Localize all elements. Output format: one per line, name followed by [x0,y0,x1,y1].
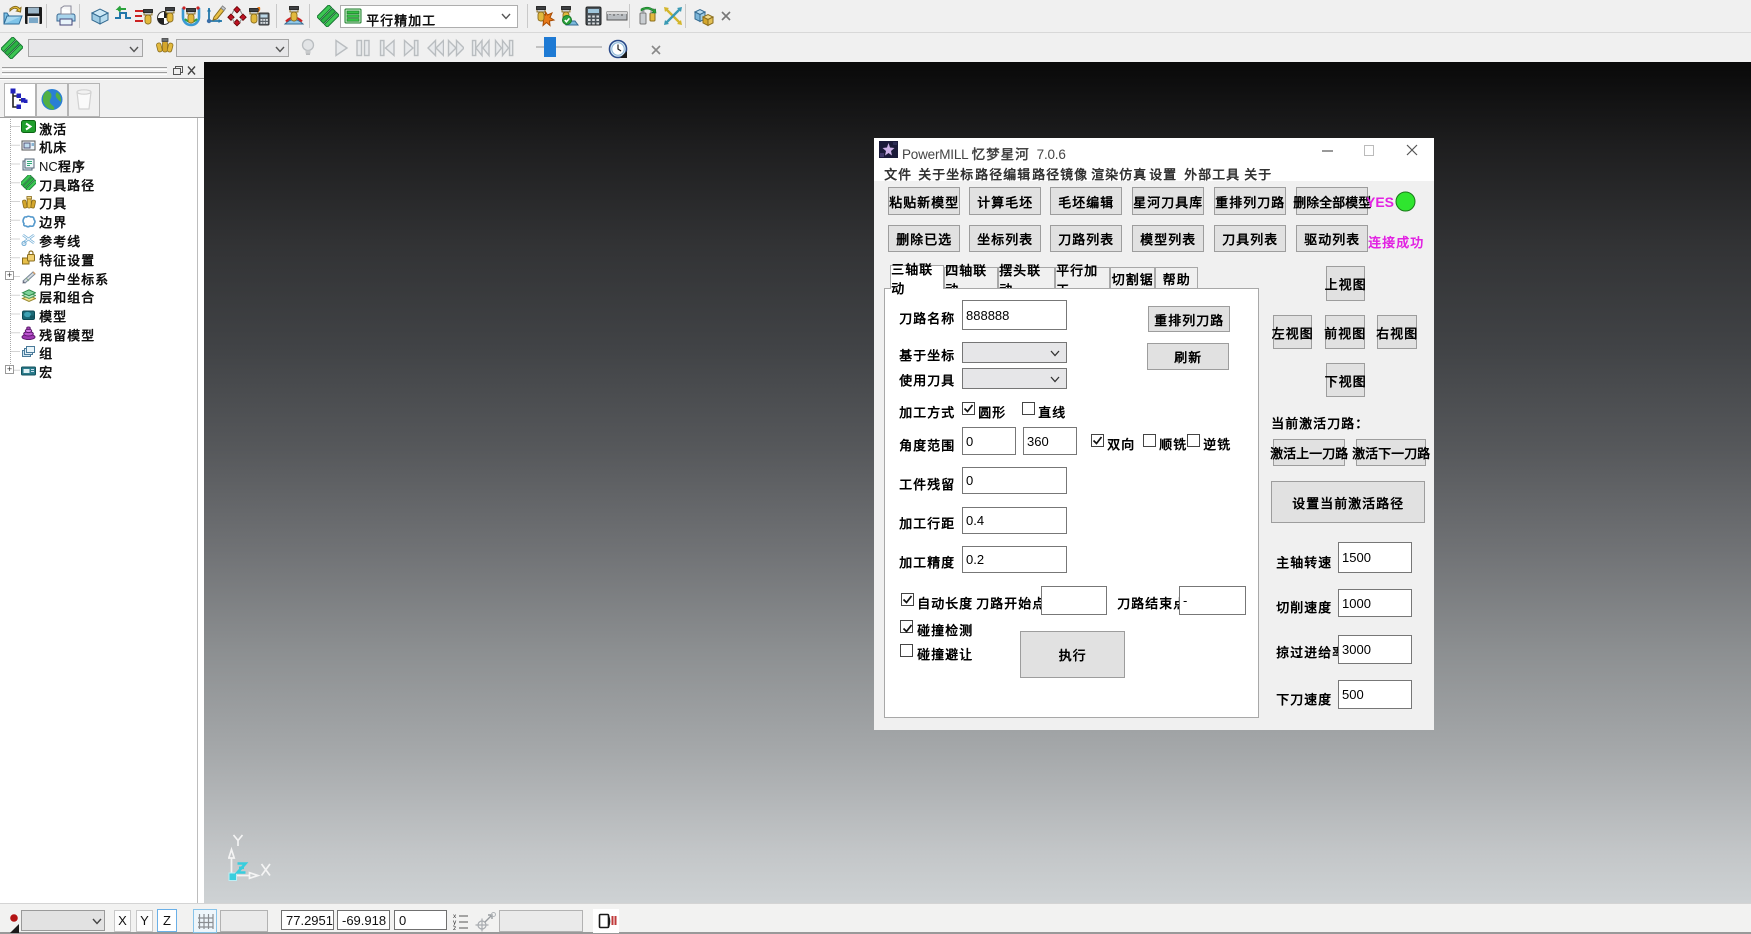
svg-text:z: z [453,925,456,931]
